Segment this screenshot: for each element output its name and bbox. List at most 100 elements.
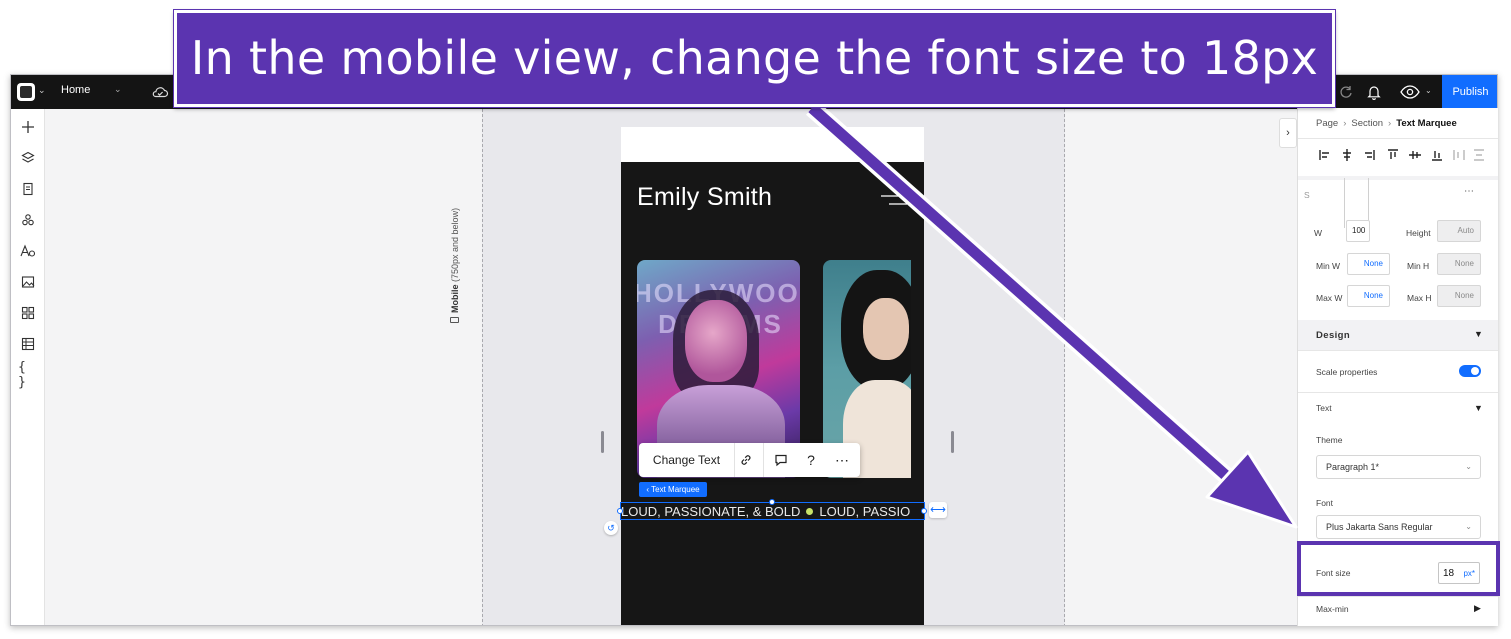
breadcrumb-section[interactable]: Section (1351, 118, 1383, 129)
width-label: W (1314, 228, 1323, 238)
page-selector-chevron-icon[interactable]: ⌄ (114, 84, 122, 95)
divider (1298, 138, 1498, 139)
app-screen: ⌄ Home ⌄ ⌄ Publish {} Mobile (750px and… (0, 0, 1511, 639)
rotate-icon[interactable]: ↺ (604, 521, 618, 535)
max-min-label: Max-min (1316, 604, 1349, 614)
breadcrumb-separator-icon: › (1343, 118, 1347, 129)
caret-down-icon: ▼ (1474, 329, 1483, 339)
cropped-divider (1344, 178, 1345, 228)
theme-label: Theme (1316, 435, 1343, 445)
text-section-title: Text (1316, 403, 1332, 413)
design-section-header[interactable]: Design ▼ (1298, 320, 1498, 350)
more-actions-icon[interactable]: ⋯ (833, 451, 851, 469)
align-center-horizontal-icon[interactable] (1340, 148, 1354, 162)
chevron-down-icon: ⌄ (1465, 522, 1472, 531)
breadcrumb-current: Text Marquee (1396, 118, 1457, 129)
site-title[interactable]: Emily Smith (637, 183, 772, 212)
alignment-toolbar (1312, 148, 1492, 164)
caret-down-icon[interactable]: ▼ (1474, 403, 1483, 413)
align-middle-vertical-icon[interactable] (1408, 148, 1422, 162)
distribute-vertical-icon[interactable] (1472, 148, 1486, 162)
scale-properties-label: Scale properties (1316, 367, 1378, 377)
divider (1298, 596, 1498, 597)
design-section-title: Design (1316, 330, 1351, 341)
height-input[interactable]: Auto (1437, 220, 1481, 242)
divider (1298, 392, 1498, 393)
font-dropdown[interactable]: Plus Jakarta Sans Regular ⌄ (1316, 515, 1481, 539)
width-input[interactable]: 100 (1346, 220, 1370, 242)
redo-icon[interactable] (1337, 83, 1355, 101)
section-gap (1298, 176, 1498, 180)
marquee-text-segment-1: LOUD, PASSIONATE, & BOLD (621, 504, 801, 519)
breadcrumb: Page › Section › Text Marquee (1316, 118, 1457, 129)
cms-table-icon[interactable] (18, 334, 38, 354)
theme-value: Paragraph 1* (1326, 462, 1380, 472)
layers-icon[interactable] (18, 148, 38, 168)
mobile-page-preview[interactable]: Emily Smith HOLLYWOOD DREAMS (621, 127, 924, 625)
element-floating-toolbar: Change Text ? ⋯ (639, 443, 860, 477)
max-width-input[interactable]: None (1347, 285, 1390, 307)
phone-icon (450, 317, 459, 323)
preview-eye-icon[interactable] (1399, 83, 1421, 101)
divider (1298, 350, 1498, 351)
align-bottom-icon[interactable] (1430, 148, 1444, 162)
min-height-input[interactable]: None (1437, 253, 1481, 275)
hamburger-menu-icon[interactable] (879, 193, 909, 207)
height-label: Height (1406, 228, 1431, 238)
font-label: Font (1316, 498, 1334, 508)
distribute-horizontal-icon[interactable] (1452, 148, 1466, 162)
breakpoint-drag-handle-left[interactable] (601, 431, 604, 453)
resize-handle-top[interactable] (769, 499, 775, 505)
instruction-banner: In the mobile view, change the font size… (174, 10, 1335, 107)
publish-button[interactable]: Publish (1442, 75, 1497, 109)
breakpoint-title: Mobile (450, 284, 460, 314)
marquee-text: LOUD, PASSIONATE, & BOLD LOUD, PASSIO (621, 504, 910, 519)
photo-face (863, 298, 909, 360)
stretch-icon[interactable]: ⟷ (929, 502, 947, 518)
change-text-button[interactable]: Change Text (639, 443, 735, 477)
comment-icon[interactable] (772, 451, 790, 469)
editor-window: ⌄ Home ⌄ ⌄ Publish {} Mobile (750px and… (10, 74, 1498, 626)
photo-face (685, 300, 747, 382)
breadcrumb-page[interactable]: Page (1316, 118, 1338, 129)
page-selector[interactable]: Home (61, 84, 90, 96)
align-right-icon[interactable] (1362, 148, 1376, 162)
fonts-icon[interactable] (18, 241, 38, 261)
theme-dropdown[interactable]: Paragraph 1* ⌄ (1316, 455, 1481, 479)
marquee-separator-dot (806, 508, 814, 515)
caret-right-icon[interactable]: ▶ (1474, 603, 1481, 614)
preview-chevron-icon[interactable]: ⌄ (1425, 86, 1432, 95)
min-width-label: Min W (1316, 261, 1341, 271)
code-icon[interactable]: { } (18, 360, 38, 390)
chevron-down-icon: ⌄ (1465, 462, 1472, 471)
wix-logo-icon (17, 83, 35, 101)
pages-icon[interactable] (18, 179, 38, 199)
resize-handle-right[interactable] (921, 508, 927, 514)
max-height-input[interactable]: None (1437, 285, 1481, 307)
align-top-icon[interactable] (1386, 148, 1400, 162)
site-menu-button[interactable]: ⌄ (17, 83, 46, 101)
app-market-icon[interactable] (18, 303, 38, 323)
breakpoint-label: Mobile (750px and below) (450, 163, 464, 323)
min-height-label: Min H (1407, 261, 1430, 271)
cloud-save-icon[interactable] (151, 83, 169, 101)
scale-properties-toggle[interactable] (1459, 365, 1481, 377)
max-height-label: Max H (1407, 293, 1432, 303)
breakpoint-range: (750px and below) (450, 207, 460, 282)
min-width-input[interactable]: None (1347, 253, 1390, 275)
apps-icon[interactable] (18, 210, 38, 230)
resize-handle-left[interactable] (617, 508, 623, 514)
align-left-icon[interactable] (1318, 148, 1332, 162)
page-header-strip (621, 127, 924, 162)
more-options-icon[interactable]: ⋯ (1464, 186, 1474, 197)
element-name-tag[interactable]: ‹ Text Marquee (639, 482, 707, 497)
size-section-label-cropped: S (1304, 190, 1310, 200)
add-icon[interactable] (18, 117, 38, 137)
media-icon[interactable] (18, 272, 38, 292)
link-icon[interactable] (737, 451, 755, 469)
breadcrumb-separator-icon: › (1388, 118, 1392, 129)
bell-icon[interactable] (1365, 83, 1383, 101)
help-icon[interactable]: ? (802, 451, 820, 469)
panel-collapse-chevron-icon[interactable]: › (1279, 118, 1297, 148)
breakpoint-drag-handle-right[interactable] (951, 431, 954, 453)
